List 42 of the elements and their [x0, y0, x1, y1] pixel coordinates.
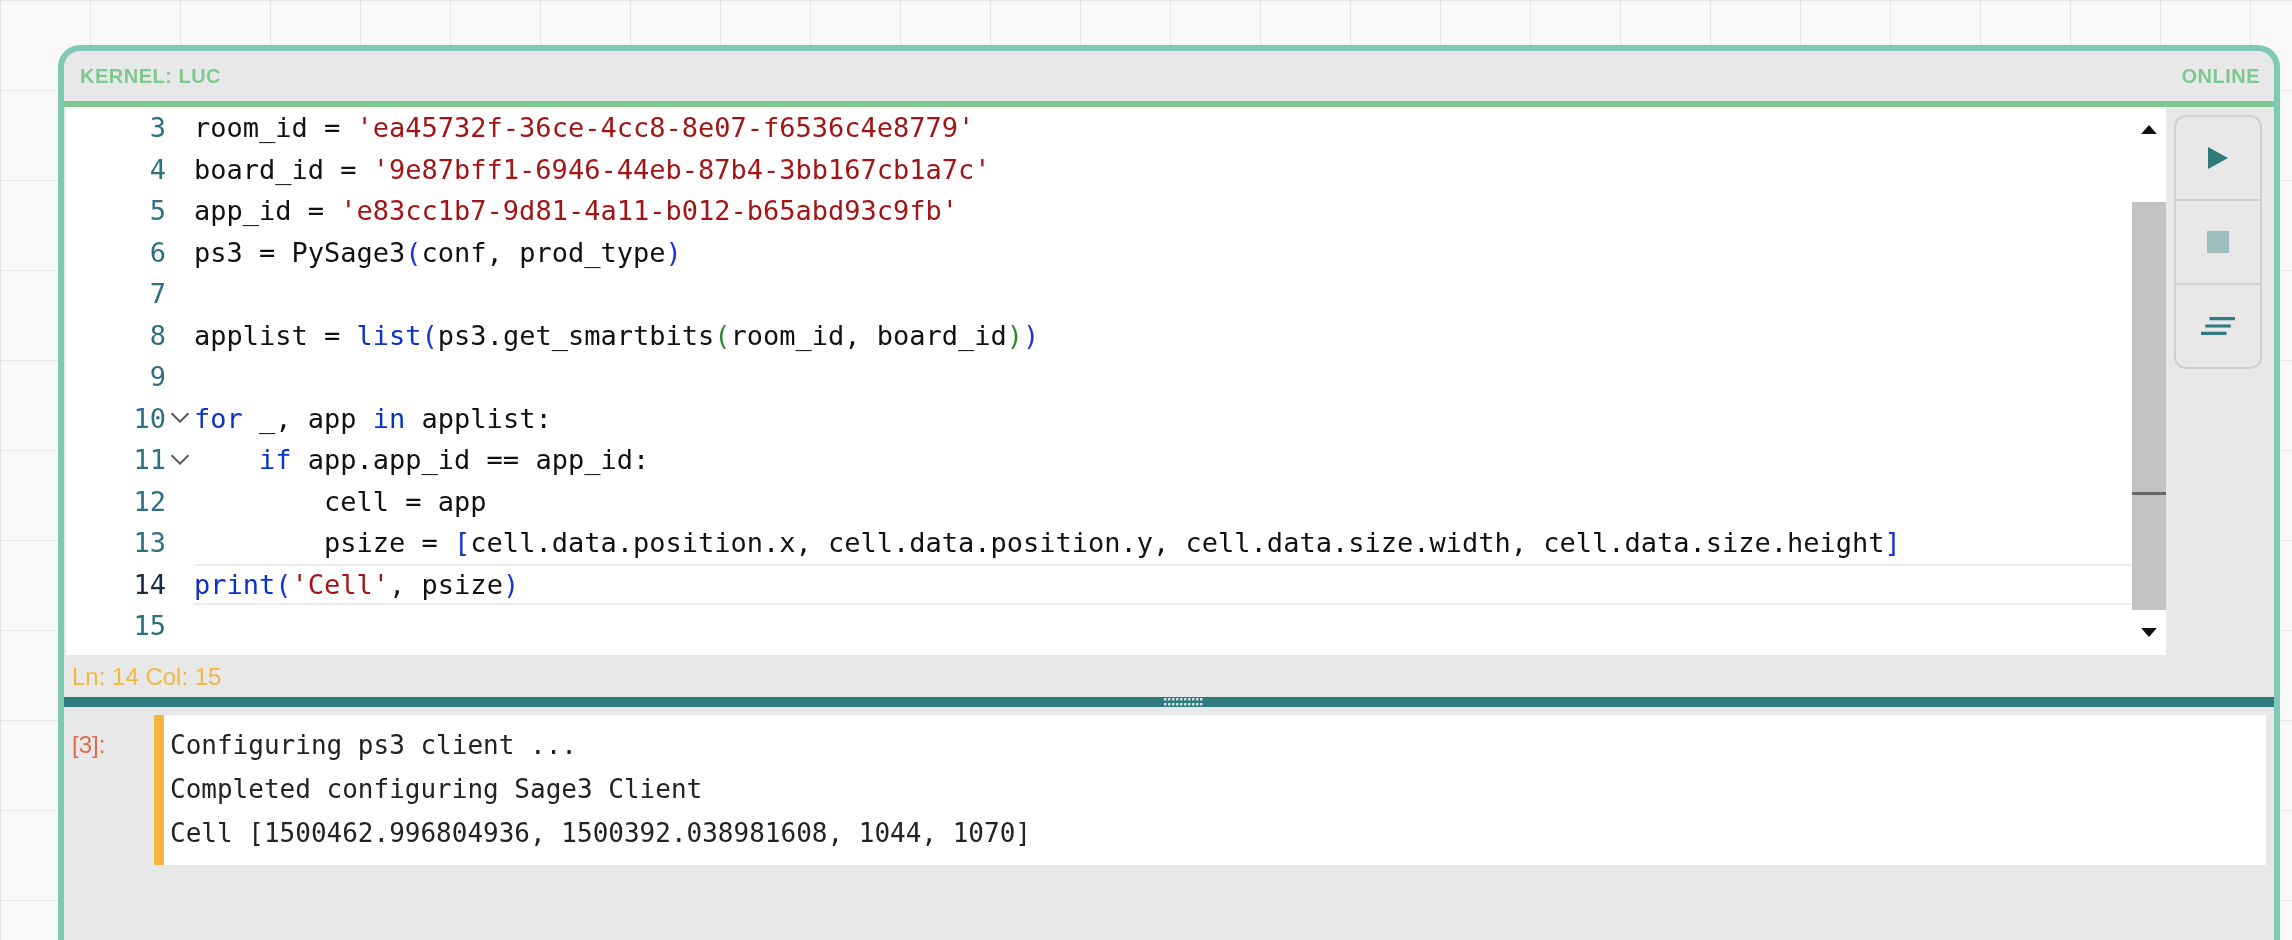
line-number: 14: [132, 568, 166, 600]
code-line: psize = [cell.data.position.x, cell.data.position.y, cell.data.size.width, cell.data.size.height]: [323, 527, 1901, 559]
code-line: applist = list(ps3.get_smartbits(room_id, board_id)): [194, 319, 1040, 351]
output-line: Completed configuring Sage3 Client: [170, 773, 704, 806]
cursor-position: Ln: 14 Col: 15: [71, 662, 223, 692]
code-line: cell = app: [323, 485, 487, 517]
scroll-up-icon[interactable]: [2141, 125, 2157, 134]
line-number: 15: [132, 610, 166, 642]
line-number: 8: [148, 319, 166, 351]
code-line: for _, app in applist:: [194, 402, 552, 434]
execution-count: [3]:: [71, 730, 107, 760]
code-line: print('Cell', psize): [194, 568, 520, 600]
line-number: 12: [132, 485, 166, 517]
code-line: if app.app_id == app_id:: [258, 444, 650, 476]
line-number: 5: [148, 195, 166, 227]
stop-icon: [2207, 231, 2229, 253]
line-number: 9: [148, 361, 166, 393]
play-icon: [2207, 147, 2229, 169]
line-number: 4: [148, 153, 166, 185]
code-line: room_id = 'ea45732f-36ce-4cc8-8e07-f6536c4e8779': [194, 112, 975, 144]
code-line: ps3 = PySage3(conf, prod_type): [194, 236, 682, 268]
output-line: Cell [1500462.996804936, 1500392.038981608, 1044, 1070]: [170, 817, 1032, 850]
kernel-status: ONLINE: [2181, 64, 2260, 88]
line-number: 7: [148, 278, 166, 310]
scroll-down-icon[interactable]: [2141, 628, 2157, 637]
line-number: 13: [132, 527, 166, 559]
code-line: board_id = '9e87bff1-6946-44eb-87b4-3bb167cb1a7c': [194, 153, 991, 185]
code-editor[interactable]: [66, 107, 2166, 655]
kernel-label: KERNEL: LUC: [80, 64, 222, 88]
line-number: 6: [148, 236, 166, 268]
grip-icon[interactable]: [1164, 698, 1204, 706]
code-line: app_id = 'e83cc1b7-9d81-4a11-b012-b65abd93c9fb': [194, 195, 959, 227]
lines-icon: [2201, 316, 2235, 336]
line-number: 11: [132, 444, 166, 476]
line-number: 3: [148, 112, 166, 144]
output-line: Configuring ps3 client ...: [170, 729, 578, 762]
resize-handle[interactable]: [64, 697, 2274, 707]
format-button[interactable]: [2174, 283, 2262, 369]
run-button[interactable]: [2174, 115, 2262, 201]
fold-chevron-icon[interactable]: [170, 412, 190, 425]
line-number: 10: [132, 402, 166, 434]
fold-chevron-icon[interactable]: [170, 453, 190, 466]
